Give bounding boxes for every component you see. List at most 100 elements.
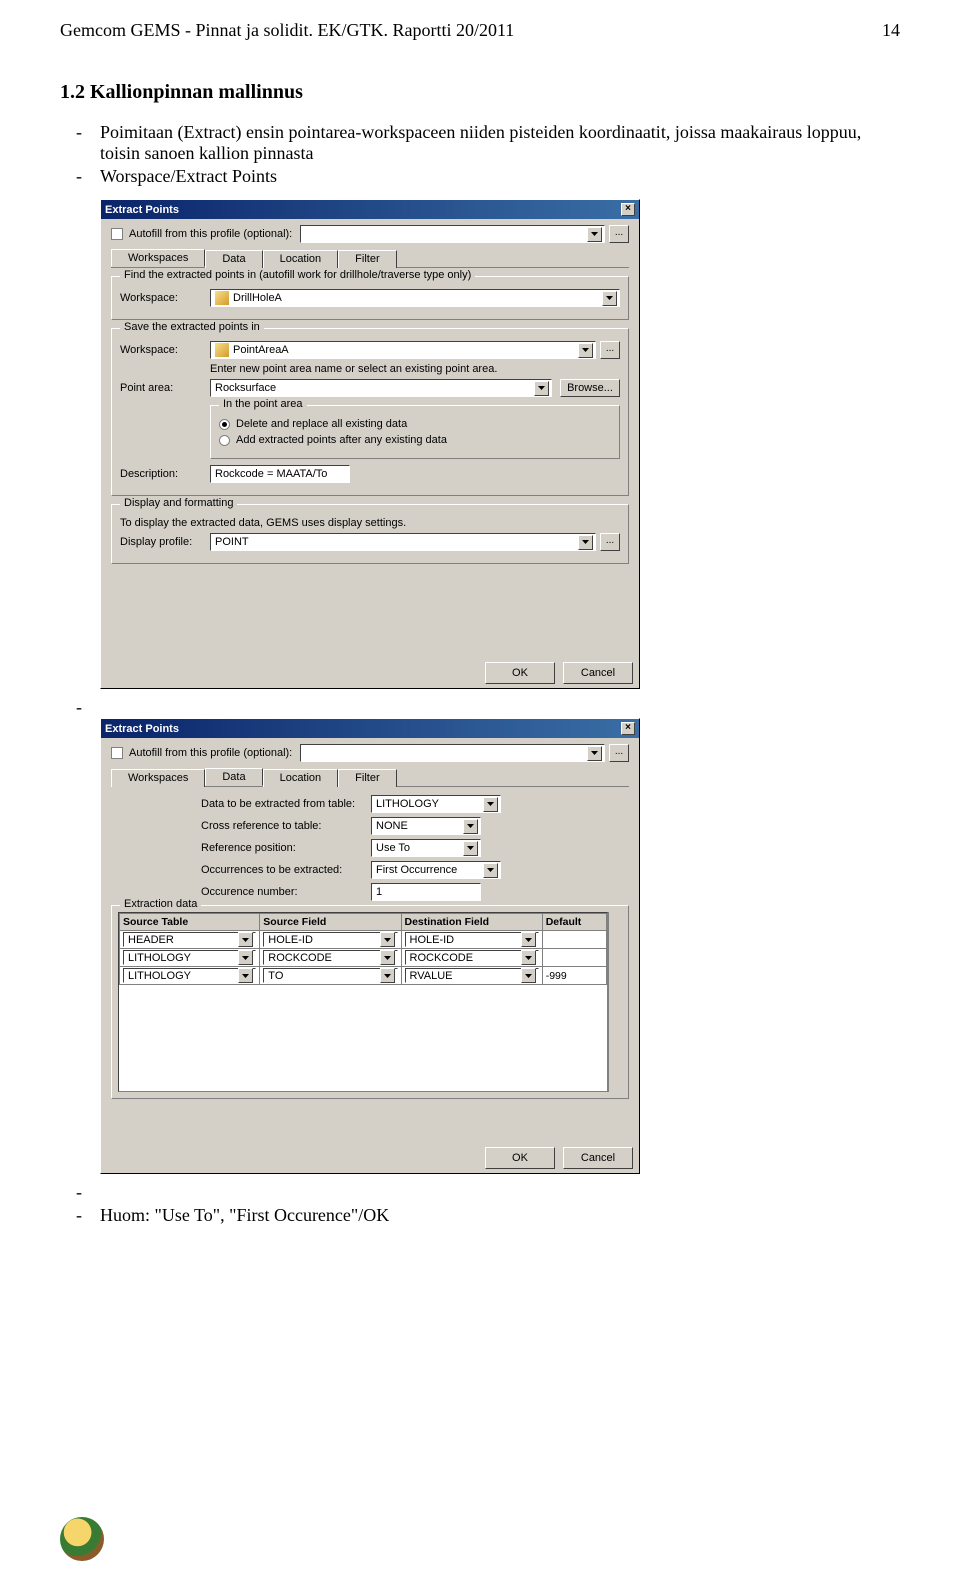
tab-bar: Workspaces Data Location Filter: [111, 249, 629, 268]
crossref-label: Cross reference to table:: [201, 820, 371, 832]
chevron-down-icon: [578, 535, 593, 550]
refposition-value: Use To: [376, 842, 410, 854]
pointarea-combo[interactable]: Rocksurface: [210, 379, 552, 397]
crossref-combo[interactable]: NONE: [371, 817, 481, 835]
radio-delete-replace-label: Delete and replace all existing data: [236, 418, 407, 430]
workspace-save-combo[interactable]: PointAreaA: [210, 341, 596, 359]
display-profile-label: Display profile:: [120, 536, 210, 548]
tab-filter[interactable]: Filter: [338, 769, 396, 787]
th-source-field: Source Field: [260, 914, 401, 931]
workspace-save-more-button[interactable]: ...: [600, 341, 620, 359]
th-default: Default: [542, 914, 606, 931]
autofill-profile-combo[interactable]: [300, 225, 605, 243]
display-formatting-group: To display the extracted data, GEMS uses…: [111, 504, 629, 564]
chevron-down-icon: [534, 381, 549, 396]
ok-button[interactable]: OK: [485, 662, 555, 684]
footnote: Huom: "Use To", "First Occurence"/OK: [100, 1205, 900, 1226]
chevron-down-icon: [483, 797, 498, 812]
radio-add-after[interactable]: [219, 435, 230, 446]
display-profile-combo[interactable]: POINT: [210, 533, 596, 551]
tab-workspaces[interactable]: Workspaces: [111, 769, 205, 787]
dash: -: [76, 697, 100, 718]
dialog-title-text: Extract Points: [105, 204, 179, 216]
pointarea-label: Point area:: [120, 382, 210, 394]
workspace-save-label: Workspace:: [120, 344, 210, 356]
pointarea-value: Rocksurface: [215, 382, 276, 394]
radio-add-after-label: Add extracted points after any existing …: [236, 434, 447, 446]
close-icon[interactable]: ×: [621, 722, 635, 735]
footnotes: Huom: "Use To", "First Occurence"/OK: [100, 1182, 900, 1226]
cancel-button[interactable]: Cancel: [563, 1147, 633, 1169]
autofill-profile-combo[interactable]: [300, 744, 605, 762]
chevron-down-icon: [602, 291, 617, 306]
autofill-more-button[interactable]: ...: [609, 225, 629, 243]
display-hint: To display the extracted data, GEMS uses…: [120, 517, 620, 529]
tab-filter[interactable]: Filter: [338, 250, 396, 268]
workspace-find-label: Workspace:: [120, 292, 210, 304]
close-icon[interactable]: ×: [621, 203, 635, 216]
description-label: Description:: [120, 468, 210, 480]
occnum-field[interactable]: 1: [371, 883, 481, 901]
find-points-group: Workspace: DrillHoleA: [111, 276, 629, 320]
workspace-save-value: PointAreaA: [233, 344, 289, 356]
table-row[interactable]: LITHOLOGYROCKCODEROCKCODE: [120, 949, 607, 967]
th-source-table: Source Table: [120, 914, 260, 931]
table-row[interactable]: LITHOLOGYTORVALUE-999: [120, 967, 607, 985]
ok-button[interactable]: OK: [485, 1147, 555, 1169]
in-point-area-group: Delete and replace all existing data Add…: [210, 405, 620, 459]
body-item-1: Poimitaan (Extract) ensin pointarea-work…: [100, 122, 900, 164]
autofill-checkbox[interactable]: [111, 228, 123, 240]
display-profile-more-button[interactable]: ...: [600, 533, 620, 551]
crossref-value: NONE: [376, 820, 408, 832]
header-left: Gemcom GEMS - Pinnat ja solidit. EK/GTK.…: [60, 20, 514, 41]
occnum-label: Occurence number:: [201, 886, 371, 898]
autofill-more-button[interactable]: ...: [609, 744, 629, 762]
page-header: Gemcom GEMS - Pinnat ja solidit. EK/GTK.…: [60, 20, 900, 41]
description-field[interactable]: Rockcode = MAATA/To: [210, 465, 350, 483]
save-points-group: Workspace: PointAreaA ... Enter new poin…: [111, 328, 629, 496]
cancel-button[interactable]: Cancel: [563, 662, 633, 684]
vertical-scrollbar[interactable]: [608, 912, 622, 1092]
chevron-down-icon: [578, 343, 593, 358]
header-right: 14: [882, 20, 900, 41]
chevron-down-icon: [463, 819, 478, 834]
gtk-logo-icon: [60, 1517, 104, 1561]
tab-location[interactable]: Location: [263, 769, 339, 787]
occurrences-label: Occurrences to be extracted:: [201, 864, 371, 876]
tab-location[interactable]: Location: [263, 250, 339, 268]
autofill-checkbox[interactable]: [111, 747, 123, 759]
table-row[interactable]: HEADERHOLE-IDHOLE-ID: [120, 931, 607, 949]
tab-data[interactable]: Data: [205, 768, 262, 786]
tab-data[interactable]: Data: [205, 250, 262, 268]
autofill-label: Autofill from this profile (optional):: [129, 747, 292, 759]
chevron-down-icon: [587, 227, 602, 242]
autofill-label: Autofill from this profile (optional):: [129, 228, 292, 240]
workspace-icon: [215, 291, 229, 305]
th-destination-field: Destination Field: [401, 914, 542, 931]
body-item-2: Worspace/Extract Points: [100, 166, 900, 187]
extraction-data-table[interactable]: Source Table Source Field Destination Fi…: [119, 913, 607, 985]
data-table-label: Data to be extracted from table:: [201, 798, 371, 810]
tab-workspaces[interactable]: Workspaces: [111, 249, 205, 267]
pointarea-hint: Enter new point area name or select an e…: [210, 363, 620, 375]
extraction-data-group: Source Table Source Field Destination Fi…: [111, 905, 629, 1099]
extract-points-dialog-2: Extract Points × Autofill from this prof…: [100, 718, 640, 1174]
chevron-down-icon: [463, 841, 478, 856]
data-table-value: LITHOLOGY: [376, 798, 439, 810]
occurrences-value: First Occurrence: [376, 864, 457, 876]
dialog-title-text: Extract Points: [105, 723, 179, 735]
occurrences-combo[interactable]: First Occurrence: [371, 861, 501, 879]
data-table-combo[interactable]: LITHOLOGY: [371, 795, 501, 813]
browse-button[interactable]: Browse...: [560, 379, 620, 397]
tab-bar: Workspaces Data Location Filter: [111, 768, 629, 787]
section-title: 1.2 Kallionpinnan mallinnus: [60, 81, 900, 104]
workspace-find-value: DrillHoleA: [233, 292, 282, 304]
refposition-label: Reference position:: [201, 842, 371, 854]
empty-dash: [100, 1182, 900, 1203]
chevron-down-icon: [587, 746, 602, 761]
workspace-find-combo[interactable]: DrillHoleA: [210, 289, 620, 307]
display-profile-value: POINT: [215, 536, 249, 548]
radio-delete-replace[interactable]: [219, 419, 230, 430]
refposition-combo[interactable]: Use To: [371, 839, 481, 857]
body-list: Poimitaan (Extract) ensin pointarea-work…: [100, 122, 900, 187]
